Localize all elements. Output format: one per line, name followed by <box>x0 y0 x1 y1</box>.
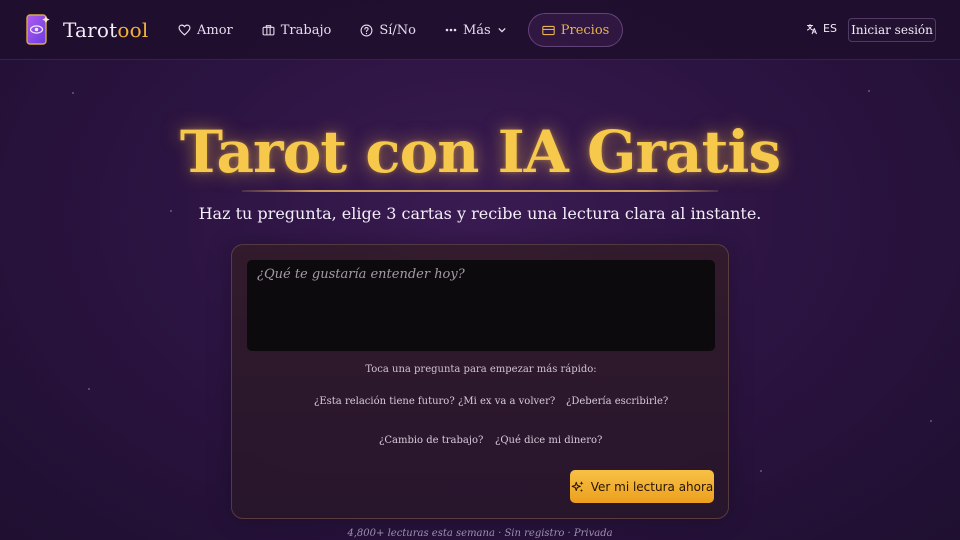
hero-title: Tarot con IA Gratis <box>179 118 781 186</box>
dots-icon <box>445 28 457 32</box>
main-nav: Amor Trabajo Sí/No Más Precios <box>178 0 624 60</box>
nav-label-sino: Sí/No <box>379 22 416 38</box>
question-circle-icon <box>360 24 373 36</box>
suggestion-chip[interactable]: ¿Cambio de trabajo? <box>379 435 483 446</box>
suggestion-chip[interactable]: ¿Debería escribirle? <box>566 396 668 407</box>
read-now-label: Ver mi lectura ahora <box>590 479 714 494</box>
translate-icon <box>807 23 817 34</box>
suggestion-chip[interactable]: ¿Mi ex va a volver? <box>458 396 555 407</box>
site-logo[interactable]: Tarotool <box>26 14 148 46</box>
question-input[interactable] <box>247 260 715 351</box>
hero-subtitle: Haz tu pregunta, elige 3 cartas y recibe… <box>198 204 762 223</box>
top-navbar: Tarotool Amor Trabajo Sí/No Más Precios … <box>0 0 960 60</box>
nav-item-amor[interactable]: Amor <box>178 23 233 38</box>
tarot-card-eye-icon <box>26 14 50 46</box>
language-label: ES <box>823 22 837 35</box>
read-now-button[interactable]: Ver mi lectura ahora <box>570 470 714 503</box>
logo-text: Tarotool <box>63 18 149 42</box>
star-decoration <box>760 470 762 472</box>
social-proof-note: 4,800+ lecturas esta semana · Sin regist… <box>347 528 613 539</box>
heart-icon <box>178 24 191 36</box>
credit-card-icon <box>542 25 555 35</box>
suggestions-hint: Toca una pregunta para empezar más rápid… <box>365 364 597 375</box>
nav-label-precios: Precios <box>560 22 610 38</box>
briefcase-icon <box>262 25 275 36</box>
title-underline <box>242 190 718 192</box>
login-button[interactable]: Iniciar sesión <box>848 18 936 42</box>
nav-item-precios[interactable]: Precios <box>527 13 624 47</box>
sparkles-icon <box>571 480 584 492</box>
nav-label-mas: Más <box>463 22 491 38</box>
star-decoration <box>868 90 870 92</box>
star-decoration <box>72 92 74 94</box>
suggestion-chip[interactable]: ¿Esta relación tiene futuro? <box>314 396 455 407</box>
nav-label-trabajo: Trabajo <box>280 22 332 38</box>
question-card: Toca una pregunta para empezar más rápid… <box>231 244 729 519</box>
star-decoration <box>930 420 932 422</box>
nav-item-trabajo[interactable]: Trabajo <box>262 22 332 38</box>
nav-item-sino[interactable]: Sí/No <box>360 23 416 38</box>
language-selector[interactable]: ES <box>806 22 837 35</box>
star-decoration <box>88 388 90 390</box>
chevron-down-icon <box>498 27 506 33</box>
nav-label-amor: Amor <box>197 22 233 38</box>
nav-item-mas[interactable]: Más <box>445 23 506 38</box>
suggestion-chip[interactable]: ¿Qué dice mi dinero? <box>495 435 602 446</box>
